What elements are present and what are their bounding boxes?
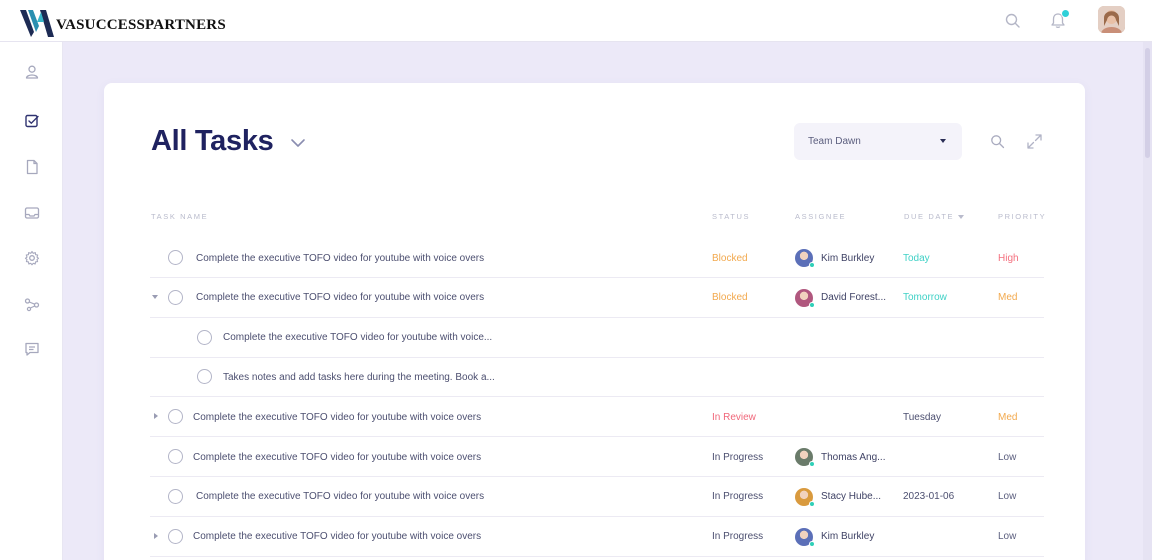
task-row[interactable]: Complete the executive TOFO video for yo… (150, 477, 1044, 517)
collapse-caret-icon[interactable] (152, 294, 158, 299)
online-status-dot (809, 500, 815, 507)
task-name[interactable]: Complete the executive TOFO video for yo… (193, 437, 481, 477)
user-avatar[interactable] (1098, 6, 1125, 33)
online-status-dot (809, 262, 815, 268)
task-name[interactable]: Complete the executive TOFO video for yo… (223, 318, 492, 358)
column-header-due-date-label: DUE DATE (904, 212, 955, 221)
avatar (795, 249, 815, 268)
task-row[interactable]: Complete the executive TOFO video for yo… (150, 517, 1044, 557)
due-date: 2023-01-06 (903, 491, 955, 503)
column-header-priority: PRIORITY (998, 212, 1047, 221)
notification-badge (1061, 9, 1070, 18)
expand-caret-icon[interactable] (154, 532, 158, 539)
logo-mark-icon (20, 10, 54, 37)
due-date: Today (903, 252, 930, 264)
priority-label: Med (998, 292, 1018, 304)
status-badge: Blocked (712, 252, 748, 264)
avatar (795, 487, 815, 507)
inbox-icon[interactable] (24, 205, 40, 221)
status-badge: Blocked (712, 292, 748, 304)
task-complete-checkbox[interactable] (168, 409, 183, 425)
team-select[interactable]: Team Dawn (794, 123, 962, 160)
status-badge: In Progress (712, 451, 764, 463)
assignee-name: Kim Burkley (821, 252, 875, 264)
task-row[interactable]: Complete the executive TOFO video for yo… (150, 397, 1044, 438)
online-status-dot (809, 301, 815, 308)
avatar-portrait-icon (1098, 6, 1125, 33)
task-row[interactable]: Complete the executive TOFO video for yo… (150, 278, 1044, 318)
tasks-icon[interactable] (24, 113, 40, 129)
column-header-status: STATUS (712, 212, 751, 221)
user-icon[interactable] (24, 64, 40, 80)
share-icon[interactable] (24, 296, 40, 312)
settings-icon[interactable] (24, 250, 40, 266)
assignee[interactable]: Thomas Ang... (795, 437, 885, 477)
brand-name: VASUCCESSPARTNERS (56, 16, 226, 33)
due-date: Tomorrow (903, 292, 947, 304)
team-select-value: Team Dawn (808, 136, 861, 147)
assignee-name: Stacy Hube... (821, 491, 882, 503)
column-header-task-name: TASK NAME (151, 212, 209, 221)
caret-down-icon (940, 139, 946, 143)
task-complete-checkbox[interactable] (197, 369, 212, 385)
status-badge: In Progress (712, 491, 764, 503)
avatar (795, 527, 815, 547)
task-name[interactable]: Complete the executive TOFO video for yo… (196, 278, 484, 318)
priority-label: Low (998, 491, 1017, 503)
status-badge: In Progress (712, 531, 764, 543)
assignee-name: Thomas Ang... (821, 451, 886, 463)
tasks-card: All Tasks Team Dawn TASK NAME STATUS ASS… (104, 83, 1085, 560)
top-bar: VASUCCESSPARTNERS (0, 0, 1152, 42)
chevron-down-icon[interactable] (290, 137, 306, 149)
subtask-row[interactable]: Complete the executive TOFO video for yo… (150, 318, 1044, 358)
task-name[interactable]: Takes notes and add tasks here during th… (223, 357, 495, 397)
document-icon[interactable] (24, 159, 40, 175)
task-row[interactable]: Complete the executive TOFO video for yo… (150, 437, 1044, 477)
expand-icon[interactable] (1026, 133, 1043, 150)
task-row[interactable]: Complete the executive TOFO video for yo… (150, 238, 1044, 278)
assignee[interactable]: Stacy Hube... (795, 477, 881, 517)
expand-caret-icon[interactable] (154, 413, 158, 420)
assignee-name: David Forest... (821, 292, 887, 304)
task-name[interactable]: Complete the executive TOFO video for yo… (193, 397, 481, 437)
task-complete-checkbox[interactable] (168, 488, 183, 504)
priority-label: Low (998, 451, 1017, 463)
avatar (795, 448, 815, 467)
brand-logo[interactable]: VASUCCESSPARTNERS (20, 8, 226, 38)
assignee[interactable]: Kim Burkley (795, 238, 874, 278)
task-complete-checkbox[interactable] (197, 329, 212, 345)
status-badge: In Review (712, 411, 756, 423)
column-header-assignee: ASSIGNEE (795, 212, 847, 221)
assignee-name: Kim Burkley (821, 531, 875, 543)
avatar (795, 288, 815, 308)
task-name[interactable]: Complete the executive TOFO video for yo… (196, 477, 484, 517)
online-status-dot (809, 461, 815, 467)
online-status-dot (809, 540, 815, 547)
task-name[interactable]: Complete the executive TOFO video for yo… (196, 238, 484, 278)
task-complete-checkbox[interactable] (168, 289, 183, 305)
page-title: All Tasks (151, 125, 274, 157)
sort-caret-icon (958, 215, 965, 220)
due-date: Tuesday (903, 411, 941, 423)
task-complete-checkbox[interactable] (168, 449, 183, 464)
sidebar (0, 42, 63, 560)
chat-icon[interactable] (24, 341, 40, 357)
priority-label: High (998, 252, 1019, 264)
task-name[interactable]: Complete the executive TOFO video for yo… (193, 517, 481, 557)
priority-label: Med (998, 411, 1018, 423)
column-header-due-date[interactable]: DUE DATE (904, 212, 965, 221)
priority-label: Low (998, 531, 1017, 543)
scrollbar-thumb[interactable] (1145, 48, 1150, 158)
assignee[interactable]: Kim Burkley (795, 517, 874, 557)
search-icon[interactable] (990, 134, 1005, 149)
task-complete-checkbox[interactable] (168, 528, 183, 544)
search-icon[interactable] (1004, 12, 1022, 30)
assignee[interactable]: David Forest... (795, 278, 886, 318)
task-complete-checkbox[interactable] (168, 250, 183, 265)
subtask-row[interactable]: Takes notes and add tasks here during th… (150, 357, 1044, 398)
